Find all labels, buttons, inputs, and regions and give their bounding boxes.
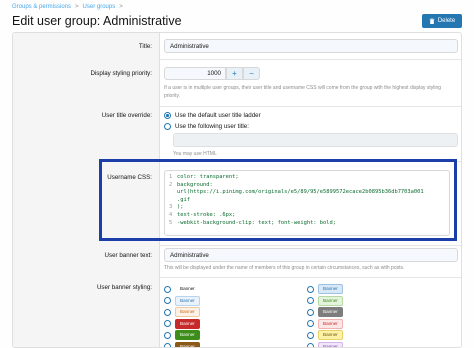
title-override-hint: You may use HTML (173, 151, 217, 157)
breadcrumb-item-groups-permissions[interactable]: Groups & permissions (12, 4, 71, 10)
breadcrumb-separator: > (75, 4, 79, 10)
banner-option[interactable]: Banner (164, 295, 200, 306)
banner-preview: Banner (318, 330, 343, 340)
radio-icon[interactable] (164, 343, 171, 347)
banner-styling-label: User banner styling: (96, 284, 152, 291)
breadcrumb: Groups & permissions > User groups > (12, 4, 123, 10)
divider (160, 245, 461, 246)
title-input[interactable]: Administrative (164, 39, 458, 53)
divider (160, 106, 461, 107)
divider (160, 59, 461, 60)
banner-preview: Banner (175, 307, 200, 317)
banner-preview: Banner (318, 318, 343, 329)
priority-increment-button[interactable]: + (226, 67, 243, 80)
banner-option[interactable]: Banner (307, 330, 343, 340)
radio-icon[interactable] (164, 285, 171, 293)
banner-text-input[interactable]: Administrative (164, 248, 458, 262)
radio-icon[interactable] (164, 331, 171, 339)
banner-option[interactable]: Banner (164, 284, 200, 294)
radio-icon[interactable] (307, 331, 314, 339)
radio-icon[interactable] (164, 320, 171, 327)
banner-option[interactable]: Banner (307, 295, 343, 306)
banner-preview: Banner (318, 295, 343, 306)
banner-text-label: User banner text: (104, 252, 152, 259)
highlight-box (99, 159, 457, 241)
banner-preview: Banner (175, 295, 200, 306)
radio-icon[interactable] (164, 297, 171, 304)
page-title: Edit user group: Administrative (12, 14, 182, 28)
title-override-label: User title override: (101, 112, 152, 119)
banner-preview: Banner (175, 318, 200, 329)
priority-decrement-button[interactable]: − (243, 67, 260, 80)
banner-option[interactable]: Banner (307, 307, 343, 317)
priority-label: Display styling priority: (90, 70, 152, 77)
title-label: Title: (138, 43, 152, 50)
banner-option[interactable]: Banner (307, 284, 343, 294)
delete-button[interactable]: Delete (422, 14, 462, 28)
radio-icon[interactable] (164, 123, 171, 130)
priority-input[interactable]: 1000 (164, 67, 226, 80)
banner-option[interactable]: Banner (164, 318, 200, 329)
delete-button-label: Delete (437, 18, 456, 24)
trash-icon (429, 18, 435, 24)
banner-option[interactable]: Banner (307, 341, 343, 347)
radio-default-title-ladder[interactable]: Use the default user title ladder (164, 112, 261, 119)
radio-icon[interactable] (164, 308, 171, 316)
banner-preview: Banner (318, 284, 343, 294)
banner-preview: Banner (175, 330, 200, 340)
divider (160, 277, 461, 278)
banner-option[interactable]: Banner (164, 330, 200, 340)
radio-label: Use the default user title ladder (175, 112, 261, 119)
banner-preview: Banner (175, 341, 200, 347)
radio-label: Use the following user title: (175, 123, 249, 130)
banner-option[interactable]: Banner (307, 318, 343, 329)
banner-preview: Banner (175, 284, 200, 294)
custom-title-input[interactable] (173, 133, 458, 147)
radio-icon[interactable] (307, 343, 314, 347)
radio-custom-title[interactable]: Use the following user title: (164, 123, 249, 130)
banner-text-hint: This will be displayed under the name of… (164, 265, 405, 271)
banner-preview: Banner (318, 307, 343, 317)
banner-option[interactable]: Banner (164, 307, 200, 317)
breadcrumb-item-user-groups[interactable]: User groups (83, 4, 116, 10)
banner-option[interactable]: Banner (164, 341, 200, 347)
radio-icon[interactable] (307, 285, 314, 293)
breadcrumb-separator: > (119, 4, 123, 10)
banner-preview: Banner (318, 341, 343, 347)
radio-checked-icon[interactable] (164, 112, 171, 119)
priority-hint: If a user is in multiple user groups, th… (164, 85, 442, 99)
radio-icon[interactable] (307, 308, 314, 316)
radio-icon[interactable] (307, 297, 314, 304)
radio-icon[interactable] (307, 320, 314, 327)
